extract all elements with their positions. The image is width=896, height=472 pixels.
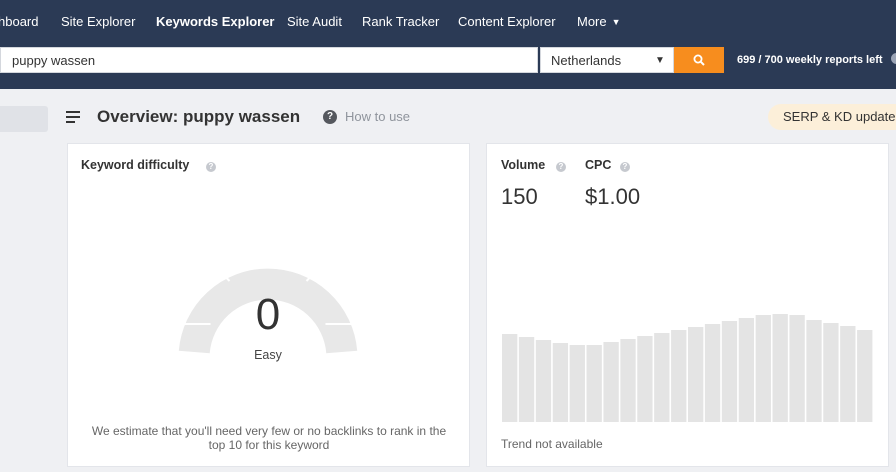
difficulty-level: Easy — [254, 348, 282, 362]
trend-bar — [688, 327, 704, 422]
help-icon[interactable]: ? — [620, 162, 630, 172]
menu-icon[interactable] — [66, 110, 80, 124]
trend-bar — [671, 330, 687, 422]
trend-bar — [654, 333, 670, 422]
trend-bar — [840, 326, 856, 422]
chevron-down-icon: ▼ — [611, 17, 621, 27]
nav-rank-tracker[interactable]: Rank Tracker — [362, 14, 439, 29]
trend-bar — [738, 318, 755, 422]
chevron-down-icon: ▼ — [655, 55, 665, 66]
country-select-value: Netherlands — [551, 53, 622, 68]
how-to-use-link[interactable]: How to use — [345, 109, 410, 124]
top-navigation: hboard Site Explorer Keywords Explorer S… — [0, 0, 896, 45]
help-icon[interactable]: ? — [323, 110, 337, 124]
nav-keywords-explorer[interactable]: Keywords Explorer — [156, 14, 275, 29]
trend-bar — [637, 336, 653, 422]
trend-bar — [518, 337, 535, 422]
cpc-label: CPC — [585, 158, 612, 172]
cpc-value: $1.00 — [585, 184, 641, 209]
trend-bar — [789, 315, 805, 422]
trend-bar — [502, 334, 518, 422]
search-input[interactable]: puppy wassen — [0, 47, 538, 73]
trend-bar — [569, 345, 585, 422]
trend-bar — [535, 340, 552, 422]
volume-label: Volume — [501, 158, 546, 172]
nav-site-explorer[interactable]: Site Explorer — [61, 14, 135, 29]
trend-bar — [620, 339, 636, 422]
trend-chart — [502, 314, 873, 422]
country-select[interactable]: Netherlands ▼ — [540, 47, 674, 73]
trend-bar — [721, 321, 738, 422]
trend-bar — [755, 315, 771, 422]
info-icon[interactable] — [891, 53, 896, 64]
search-button[interactable] — [674, 47, 724, 73]
serp-kd-update-badge[interactable]: SERP & KD update — [768, 104, 896, 130]
trend-bar — [603, 342, 619, 422]
nav-content-explorer[interactable]: Content Explorer — [458, 14, 556, 29]
help-icon[interactable]: ? — [556, 162, 566, 172]
search-bar: puppy wassen Netherlands ▼ 699 / 700 wee… — [0, 45, 896, 89]
sidebar-tab[interactable] — [0, 106, 48, 132]
trend-bar — [552, 343, 569, 422]
search-icon — [693, 54, 705, 66]
nav-more[interactable]: More ▼ — [577, 14, 621, 29]
help-icon[interactable]: ? — [206, 162, 216, 172]
difficulty-description: We estimate that you'll need very few or… — [91, 424, 447, 452]
nav-site-audit[interactable]: Site Audit — [287, 14, 342, 29]
trend-bar — [823, 323, 839, 422]
trend-note: Trend not available — [501, 437, 603, 451]
trend-bar — [772, 314, 788, 422]
trend-bar — [586, 345, 602, 422]
page-title: Overview: puppy wassen — [97, 107, 301, 126]
keyword-difficulty-label: Keyword difficulty — [81, 158, 190, 172]
difficulty-score: 0 — [255, 290, 281, 339]
trend-bar — [704, 324, 721, 422]
nav-dashboard[interactable]: hboard — [0, 14, 38, 29]
volume-value: 150 — [501, 184, 538, 209]
trend-bar — [857, 330, 873, 422]
weekly-reports-counter: 699 / 700 weekly reports left — [737, 54, 883, 66]
nav-more-label: More — [577, 14, 607, 29]
trend-bar — [806, 320, 822, 422]
